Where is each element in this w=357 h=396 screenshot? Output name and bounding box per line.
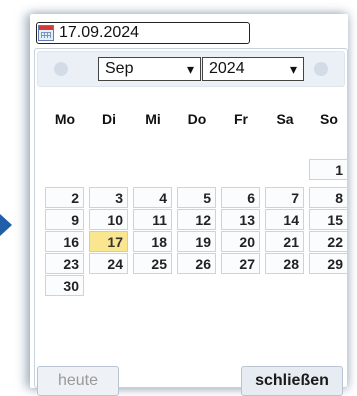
day-cell[interactable]: 5 <box>177 187 216 208</box>
today-button[interactable]: heute <box>37 366 119 396</box>
day-cell[interactable]: 25 <box>133 253 172 274</box>
next-month-icon[interactable] <box>314 62 328 76</box>
chevron-down-icon: ▾ <box>186 61 194 77</box>
day-cell[interactable]: 19 <box>177 231 216 252</box>
day-cell[interactable]: 26 <box>177 253 216 274</box>
calendar-day-grid: 1 2 3 4 5 6 7 8 9 10 11 12 13 14 15 16 17 18 19 20 21 22 23 24 2… <box>39 115 348 355</box>
day-cell[interactable]: 23 <box>45 253 84 274</box>
day-cell[interactable]: 15 <box>309 209 348 230</box>
day-cell[interactable]: 13 <box>221 209 260 230</box>
chevron-down-icon: ▾ <box>289 61 297 77</box>
date-input-value: 17.09.2024 <box>59 24 140 41</box>
day-cell[interactable]: 14 <box>265 209 304 230</box>
close-button[interactable]: schließen <box>241 366 343 396</box>
calendar-icon[interactable] <box>38 25 54 41</box>
weekday-header-row: Mo Di Mi Do Fr Sa So <box>39 91 343 127</box>
date-input-field[interactable]: 17.09.2024 <box>36 22 250 44</box>
day-cell[interactable]: 1 <box>309 159 348 180</box>
day-cell[interactable]: 10 <box>89 209 128 230</box>
day-cell[interactable]: 27 <box>221 253 260 274</box>
day-cell[interactable]: 11 <box>133 209 172 230</box>
day-cell[interactable]: 30 <box>45 275 84 296</box>
calendar-header: Sep ▾ 2024 ▾ <box>37 51 345 87</box>
day-cell[interactable]: 28 <box>265 253 304 274</box>
day-cell[interactable]: 3 <box>89 187 128 208</box>
day-cell[interactable]: 6 <box>221 187 260 208</box>
month-select-value: Sep <box>105 60 134 77</box>
day-cell[interactable]: 2 <box>45 187 84 208</box>
day-cell[interactable]: 24 <box>89 253 128 274</box>
year-select[interactable]: 2024 ▾ <box>202 57 304 81</box>
day-cell[interactable]: 29 <box>309 253 348 274</box>
datepicker-panel: 17.09.2024 Sep ▾ 2024 ▾ Mo Di Mi Do Fr S… <box>30 14 348 396</box>
month-select[interactable]: Sep ▾ <box>98 57 201 81</box>
day-cell[interactable]: 4 <box>133 187 172 208</box>
day-cell[interactable]: 16 <box>45 231 84 252</box>
day-cell[interactable]: 8 <box>309 187 348 208</box>
year-select-value: 2024 <box>209 60 245 77</box>
left-pointer-arrow-icon <box>0 214 12 236</box>
day-cell[interactable]: 9 <box>45 209 84 230</box>
day-cell[interactable]: 22 <box>309 231 348 252</box>
prev-month-icon[interactable] <box>54 62 68 76</box>
day-cell[interactable]: 7 <box>265 187 304 208</box>
calendar: Sep ▾ 2024 ▾ Mo Di Mi Do Fr Sa So 123456… <box>34 48 348 396</box>
day-cell[interactable]: 18 <box>133 231 172 252</box>
day-cell[interactable]: 12 <box>177 209 216 230</box>
day-cell-selected[interactable]: 17 <box>89 231 128 252</box>
day-cell[interactable]: 20 <box>221 231 260 252</box>
day-cell[interactable]: 21 <box>265 231 304 252</box>
